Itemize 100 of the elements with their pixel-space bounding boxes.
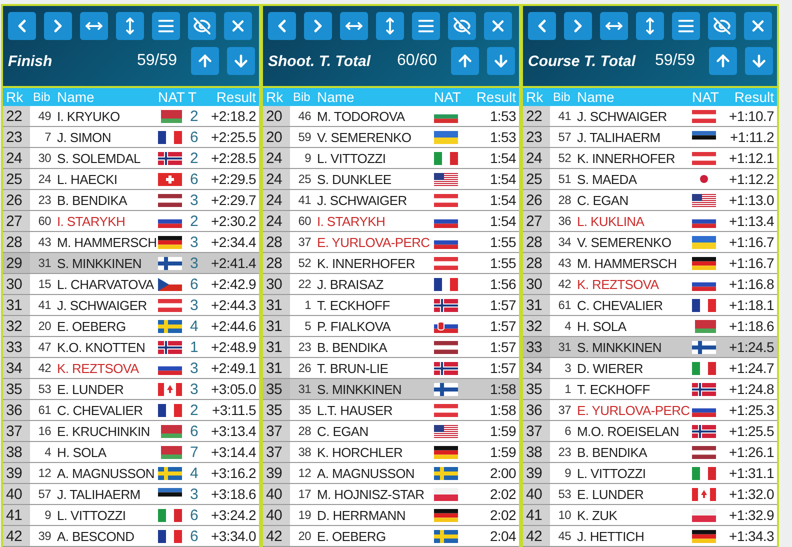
result-row[interactable]: 24 52 K. INNERHOFER +1:12.1	[523, 148, 777, 169]
result-row[interactable]: 34 42 K. REZTSOVA 3 +2:49.1	[3, 358, 259, 379]
result-row[interactable]: 31 1 T. ECKHOFF 1:57	[263, 295, 519, 316]
result-row[interactable]: 39 12 A. MAGNUSSON 4 +3:16.2	[3, 463, 259, 484]
result-row[interactable]: 23 7 J. SIMON 6 +2:25.5	[3, 127, 259, 148]
close-button[interactable]	[224, 12, 252, 40]
horizontal-resize-button[interactable]	[80, 12, 108, 40]
result-cell-text: +1:16.7	[728, 254, 775, 273]
result-row[interactable]: 33 47 K.O. KNOTTEN 1 +2:48.9	[3, 337, 259, 358]
rank-cell: 39	[3, 463, 30, 483]
result-row[interactable]: 30 22 J. BRAISAZ 1:56	[263, 274, 519, 295]
result-row[interactable]: 28 37 E. YURLOVA-PERC 1:55	[263, 232, 519, 253]
menu-button[interactable]	[152, 12, 180, 40]
scroll-down-button[interactable]	[487, 47, 515, 75]
result-row[interactable]: 35 35 L.T. HAUSER 1:58	[263, 400, 519, 421]
result-row[interactable]: 35 1 T. ECKHOFF +1:24.8	[523, 379, 777, 400]
menu-button[interactable]	[412, 12, 440, 40]
result-row[interactable]: 32 4 H. SOLA +1:18.6	[523, 316, 777, 337]
result-row[interactable]: 26 28 C. EGAN +1:13.0	[523, 190, 777, 211]
scroll-up-button[interactable]	[191, 47, 219, 75]
result-row[interactable]: 20 46 M. TODOROVA 1:53	[263, 106, 519, 127]
vertical-resize-button[interactable]	[376, 12, 404, 40]
next-button[interactable]	[304, 12, 332, 40]
result-row[interactable]: 42 20 E. OEBERG 2:04	[263, 526, 519, 547]
result-row[interactable]: 41 9 L. VITTOZZI 6 +3:24.2	[3, 505, 259, 526]
result-row[interactable]: 29 31 S. MINKKINEN 3 +2:41.4	[3, 253, 259, 274]
result-cell-text: 1:59	[488, 443, 517, 462]
result-row[interactable]: 42 45 J. HETTICH +1:34.3	[523, 526, 777, 547]
result-row[interactable]: 26 23 B. BENDIKA 3 +2:29.7	[3, 190, 259, 211]
result-row[interactable]: 34 3 D. WIERER +1:24.7	[523, 358, 777, 379]
result-row[interactable]: 40 57 J. TALIHAERM 3 +3:18.6	[3, 484, 259, 505]
result-row[interactable]: 39 9 L. VITTOZZI +1:31.1	[523, 463, 777, 484]
result-row[interactable]: 41 10 K. ZUK +1:32.9	[523, 505, 777, 526]
scroll-up-button[interactable]	[451, 47, 479, 75]
result-row[interactable]: 39 12 A. MAGNUSSON 2:00	[263, 463, 519, 484]
result-row[interactable]: 22 49 I. KRYUKO 2 +2:18.2	[3, 106, 259, 127]
vertical-resize-button[interactable]	[636, 12, 664, 40]
result-row[interactable]: 31 26 T. BRUN-LIE 1:57	[263, 358, 519, 379]
menu-button[interactable]	[672, 12, 700, 40]
result-row[interactable]: 24 25 S. DUNKLEE 1:54	[263, 169, 519, 190]
result-row[interactable]: 31 61 C. CHEVALIER +1:18.1	[523, 295, 777, 316]
close-button[interactable]	[484, 12, 512, 40]
result-row[interactable]: 28 43 M. HAMMERSCH 3 +2:34.4	[3, 232, 259, 253]
next-button[interactable]	[564, 12, 592, 40]
athlete-name: E. LUNDER	[576, 486, 645, 504]
result-row[interactable]: 37 28 C. EGAN 1:59	[263, 421, 519, 442]
result-row[interactable]: 32 20 E. OEBERG 4 +2:44.6	[3, 316, 259, 337]
scroll-down-button[interactable]	[227, 47, 255, 75]
result-row[interactable]: 28 52 K. INNERHOFER 1:55	[263, 253, 519, 274]
vertical-resize-button[interactable]	[116, 12, 144, 40]
next-button[interactable]	[44, 12, 72, 40]
athlete-name: J. SCHWAIGER	[56, 296, 148, 314]
previous-button[interactable]	[8, 12, 36, 40]
result-cell-text: +1:16.7	[728, 233, 775, 252]
scroll-up-button[interactable]	[709, 47, 737, 75]
result-row[interactable]: 20 59 V. SEMERENKO 1:53	[263, 127, 519, 148]
result-row[interactable]: 30 42 K. REZTSOVA +1:16.8	[523, 274, 777, 295]
panel-title: Course T. Total	[528, 52, 637, 70]
result-row[interactable]: 28 43 M. HAMMERSCH +1:16.7	[523, 253, 777, 274]
hide-button[interactable]	[188, 12, 216, 40]
result-row[interactable]: 31 41 J. SCHWAIGER 3 +2:44.3	[3, 295, 259, 316]
result-row[interactable]: 27 60 I. STARYKH 2 +2:30.2	[3, 211, 259, 232]
column-header: Bib	[292, 90, 312, 104]
result-row[interactable]: 28 34 V. SEMERENKO +1:16.7	[523, 232, 777, 253]
result-row[interactable]: 27 36 L. KUKLINA +1:13.4	[523, 211, 777, 232]
hide-button[interactable]	[708, 12, 736, 40]
result-row[interactable]: 25 24 L. HAECKI 6 +2:29.5	[3, 169, 259, 190]
close-button[interactable]	[744, 12, 772, 40]
horizontal-resize-button[interactable]	[600, 12, 628, 40]
previous-button[interactable]	[268, 12, 296, 40]
result-row[interactable]: 38 23 B. BENDIKA +1:26.1	[523, 442, 777, 463]
result-row[interactable]: 24 41 J. SCHWAIGER 1:54	[263, 190, 519, 211]
result-row[interactable]: 30 15 L. CHARVATOVA 6 +2:42.9	[3, 274, 259, 295]
result-row[interactable]: 40 19 D. HERRMANN 2:02	[263, 505, 519, 526]
horizontal-resize-button[interactable]	[340, 12, 368, 40]
rank-cell: 28	[3, 232, 30, 252]
result-row[interactable]: 23 57 J. TALIHAERM +1:11.2	[523, 127, 777, 148]
previous-button[interactable]	[528, 12, 556, 40]
result-row[interactable]: 31 23 B. BENDIKA 1:57	[263, 337, 519, 358]
result-row[interactable]: 36 37 E. YURLOVA-PERC +1:25.3	[523, 400, 777, 421]
result-row[interactable]: 37 16 E. KRUCHINKIN 6 +3:13.4	[3, 421, 259, 442]
hide-button[interactable]	[448, 12, 476, 40]
result-row[interactable]: 37 6 M.O. ROEISELAN +1:25.5	[523, 421, 777, 442]
result-row[interactable]: 40 17 M. HOJNISZ-STAR 2:02	[263, 484, 519, 505]
result-row[interactable]: 22 41 J. SCHWAIGER +1:10.7	[523, 106, 777, 127]
result-row[interactable]: 38 4 H. SOLA 7 +3:14.4	[3, 442, 259, 463]
result-row[interactable]: 36 61 C. CHEVALIER 2 +3:11.5	[3, 400, 259, 421]
result-row[interactable]: 35 31 S. MINKKINEN 1:58	[263, 379, 519, 400]
result-row[interactable]: 33 31 S. MINKKINEN +1:24.5	[523, 337, 777, 358]
result-row[interactable]: 25 51 S. MAEDA +1:12.2	[523, 169, 777, 190]
athlete-name: S. DUNKLEE	[316, 170, 392, 188]
result-row[interactable]: 40 53 E. LUNDER +1:32.0	[523, 484, 777, 505]
result-row[interactable]: 24 9 L. VITTOZZI 1:54	[263, 148, 519, 169]
result-row[interactable]: 24 60 I. STARYKH 1:54	[263, 211, 519, 232]
scroll-down-button[interactable]	[745, 47, 773, 75]
result-row[interactable]: 42 39 A. BESCOND 6 +3:34.0	[3, 526, 259, 547]
result-row[interactable]: 37 38 K. HORCHLER 1:59	[263, 442, 519, 463]
result-row[interactable]: 35 53 E. LUNDER 3 +3:05.0	[3, 379, 259, 400]
result-row[interactable]: 31 5 P. FIALKOVA 1:57	[263, 316, 519, 337]
result-row[interactable]: 24 30 S. SOLEMDAL 2 +2:28.5	[3, 148, 259, 169]
